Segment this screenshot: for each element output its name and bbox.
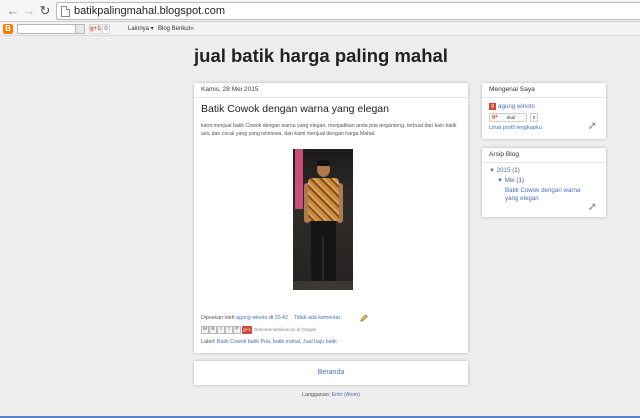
url-text: batikpalingmahal.blogspot.com [74, 5, 226, 17]
post-date: Kamis, 28 Mei 2015 [194, 83, 468, 98]
reload-button[interactable]: ↻ [38, 4, 52, 18]
archive-year-count: (1) [512, 167, 520, 174]
forward-button[interactable]: → [22, 4, 36, 18]
post-time-link[interactable]: 20.42 [275, 315, 288, 321]
pinterest-share-icon[interactable]: P [233, 326, 241, 334]
wrench-edit-icon[interactable] [588, 202, 597, 211]
label-link[interactable]: Batik Cowok batik Pria [217, 339, 270, 345]
labels-prefix: Label: [201, 339, 216, 345]
subscribe-line: Langganan: Entri (Atom) [194, 392, 468, 398]
post-card: Kamis, 28 Mei 2015 Batik Cowok dengan wa… [194, 83, 468, 353]
arrow-left-icon: ← [6, 3, 20, 18]
archive-month: ▼ Mei (1) [497, 177, 524, 184]
label-link[interactable]: Jual baju batik [303, 339, 337, 345]
archive-month-count: (1) [516, 177, 524, 184]
follow-count: 0 [530, 113, 538, 122]
blog-title[interactable]: jual batik harga paling mahal [194, 45, 448, 67]
subscribe-prefix: Langganan: [302, 392, 331, 398]
follow-label: Ikuti [507, 115, 516, 120]
label-link[interactable]: batik mahal [273, 339, 300, 345]
facebook-share-icon[interactable]: f [225, 326, 233, 334]
post-body: kami menjual batik Cowok dengan warna ya… [201, 123, 457, 137]
gplus-icon: g+ [492, 114, 498, 120]
recommend-text: Rekomendasikan ini di Google [254, 327, 317, 332]
browser-toolbar: ← → ↻ batikpalingmahal.blogspot.com [0, 0, 640, 22]
post-title[interactable]: Batik Cowok dengan warna yang elegan [201, 103, 389, 115]
follow-button[interactable]: g+ Ikuti [489, 113, 527, 122]
arrow-right-icon: → [22, 3, 36, 18]
navbar-search-input[interactable] [17, 24, 76, 34]
post-photo[interactable] [293, 149, 353, 290]
comments-link[interactable]: Tidak ada komentar: [294, 315, 342, 321]
author-link[interactable]: agung winoto [236, 315, 268, 321]
archive-post: Batik Cowok dengan warna yang elegan [505, 187, 585, 202]
email-share-icon[interactable]: M [201, 326, 209, 334]
gplus-profile-icon: g [489, 103, 496, 110]
triangle-down-icon[interactable]: ▼ [497, 178, 503, 184]
archive-year-link[interactable]: 2015 [497, 167, 511, 174]
post-labels: Label: Batik Cowok batik Pria, batik mah… [201, 339, 337, 345]
home-link[interactable]: Beranda [194, 361, 468, 385]
full-profile-link[interactable]: Lihat profil lengkapku [489, 125, 542, 131]
about-widget: Mengenai Saya g agung winoto g+ Ikuti 0 … [482, 83, 606, 139]
gplus-share-button[interactable]: g+1 [242, 326, 252, 334]
gplus-count: 0 [102, 24, 110, 34]
navbar-search-button[interactable] [76, 24, 85, 34]
triangle-down-icon[interactable]: ▼ [489, 168, 495, 174]
archive-month-link[interactable]: Mei [505, 177, 515, 184]
post-footer: Diposkan oleh agung winoto di 20.42 Tida… [201, 315, 342, 321]
archive-post-link[interactable]: Batik Cowok dengan warna yang elegan [505, 187, 585, 202]
page-icon [61, 6, 70, 17]
archive-widget-title: Arsip Blog [482, 148, 606, 163]
twitter-share-icon[interactable]: t [217, 326, 225, 334]
blogger-logo-icon[interactable]: B [3, 24, 13, 34]
posted-by-label: Diposkan oleh [201, 315, 235, 321]
reload-icon: ↻ [39, 3, 51, 18]
more-menu[interactable]: Lainnya ▾ [128, 24, 154, 34]
archive-year: ▼ 2015 (1) [489, 167, 520, 174]
about-widget-title: Mengenai Saya [482, 83, 606, 98]
gplus-button[interactable]: g+1 [89, 24, 101, 34]
blogthis-share-icon[interactable]: B [209, 326, 217, 334]
atom-feed-link[interactable]: Entri (Atom) [332, 392, 360, 398]
profile-author-link[interactable]: agung winoto [498, 103, 535, 110]
blogger-navbar: B g+1 0 Lainnya ▾ Blog Berikut» [0, 22, 640, 36]
edit-pencil-icon[interactable] [360, 314, 368, 322]
archive-widget: Arsip Blog ▼ 2015 (1) ▼ Mei (1) Batik Co… [482, 148, 606, 217]
address-bar[interactable]: batikpalingmahal.blogspot.com [56, 2, 640, 20]
next-blog-link[interactable]: Blog Berikut» [158, 24, 194, 34]
wrench-edit-icon[interactable] [588, 121, 597, 130]
back-button[interactable]: ← [6, 4, 20, 18]
home-card: Beranda [194, 361, 468, 385]
at-label: di [269, 315, 274, 321]
